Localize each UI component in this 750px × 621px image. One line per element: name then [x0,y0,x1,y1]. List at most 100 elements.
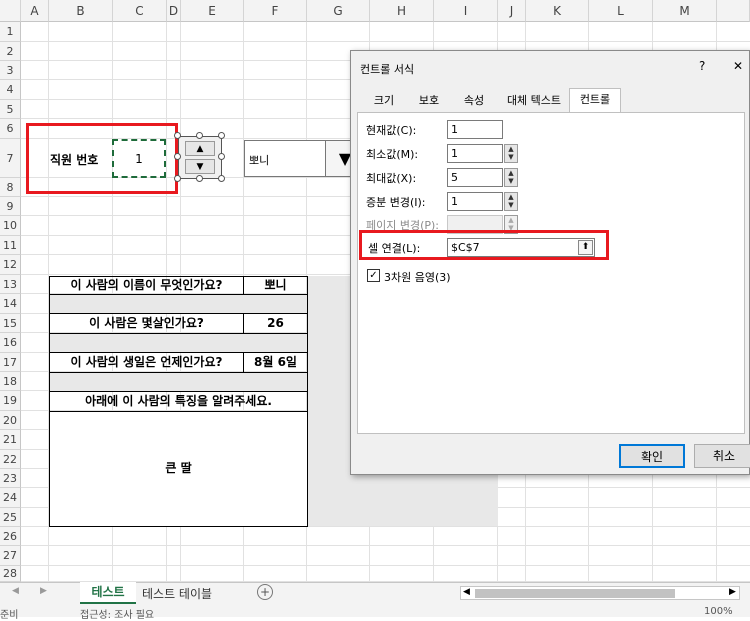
column-header[interactable]: C [113,0,167,22]
row-header[interactable]: 28 [0,566,21,582]
column-header[interactable]: A [21,0,49,22]
horizontal-scrollbar[interactable]: ◀ ▶ [460,586,740,600]
sheet-tab-active[interactable]: 테스트 [80,582,136,604]
accessibility-status[interactable]: 접근성: 조사 필요 [80,606,154,621]
row-header[interactable]: 10 [0,216,21,236]
row-header[interactable]: 2 [0,42,21,61]
question-traits[interactable]: 아래에 이 사람의 특징을 알려주세요. [49,391,308,412]
help-button[interactable]: ? [699,59,705,73]
resize-handle[interactable] [174,132,181,139]
row-header[interactable]: 26 [0,527,21,546]
column-header[interactable]: I [434,0,498,22]
spin-button-control[interactable]: ▲ ▼ [178,136,222,179]
select-all-corner[interactable] [0,0,21,22]
row-header[interactable]: 7 [0,139,21,178]
scroll-left-icon[interactable]: ◀ [463,587,470,597]
row-header[interactable]: 12 [0,255,21,275]
spacer-row [49,294,308,314]
column-header[interactable]: J [498,0,526,22]
status-ready: 준비 [0,610,19,621]
row-header[interactable]: 25 [0,508,21,527]
row-header[interactable]: 4 [0,80,21,100]
shade-checkbox[interactable]: ✓ [367,269,380,282]
cell-link-field[interactable]: $C$7 [447,238,595,257]
combo-dropdown[interactable]: 뽀니 ▼ [244,140,364,177]
tab-alt-text[interactable]: 대체 텍스트 [499,90,569,112]
row-header[interactable]: 18 [0,372,21,391]
column-header [717,0,750,22]
answer-age[interactable]: 26 [243,313,308,334]
row-header[interactable]: 21 [0,430,21,450]
question-birthday[interactable]: 이 사람의 생일은 언제인가요? [49,352,244,373]
resize-handle[interactable] [174,175,181,182]
close-icon[interactable]: ✕ [733,59,743,73]
row-header[interactable]: 19 [0,391,21,411]
current-value-field[interactable]: 1 [447,120,503,139]
question-age[interactable]: 이 사람은 몇살인가요? [49,313,244,334]
spin-down-icon[interactable]: ▼ [185,159,215,174]
row-header[interactable]: 27 [0,546,21,566]
scroll-next-icon[interactable]: ▶ [40,586,47,596]
column-header[interactable]: D [167,0,181,22]
column-header[interactable]: K [526,0,589,22]
row-header[interactable]: 1 [0,22,21,42]
grid-line [21,565,750,566]
ok-button[interactable]: 확인 [619,444,685,468]
collapse-dialog-icon[interactable]: ⬆ [578,240,593,255]
spin-up-icon[interactable]: ▲ [185,141,215,156]
column-header[interactable]: F [244,0,307,22]
resize-handle[interactable] [218,153,225,160]
grid-line [21,545,750,546]
resize-handle[interactable] [196,132,203,139]
row-header[interactable]: 17 [0,353,21,372]
question-name[interactable]: 이 사람의 이름이 무엇인가요? [49,276,244,295]
sheet-tab[interactable]: 테스트 테이블 [142,585,212,602]
increment-field[interactable]: 1 [447,192,503,211]
shade-label: 3차원 음영(3) [384,271,451,284]
row-header[interactable]: 20 [0,411,21,430]
row-header[interactable]: 22 [0,450,21,469]
max-value-field[interactable]: 5 [447,168,503,187]
cancel-button[interactable]: 취소 [694,444,750,468]
column-header[interactable]: B [49,0,113,22]
max-spinner[interactable]: ▲ ▼ [504,168,518,187]
column-header[interactable]: H [370,0,434,22]
add-sheet-button[interactable]: + [257,584,273,600]
row-header[interactable]: 3 [0,61,21,80]
resize-handle[interactable] [218,132,225,139]
row-header[interactable]: 11 [0,236,21,255]
min-spinner[interactable]: ▲ ▼ [504,144,518,163]
answer-traits[interactable]: 큰 딸 [49,411,308,527]
tab-control[interactable]: 컨트롤 [569,88,621,113]
row-header[interactable]: 23 [0,469,21,488]
answer-birthday[interactable]: 8월 6일 [243,352,308,373]
row-header[interactable]: 6 [0,119,21,139]
row-header[interactable]: 14 [0,294,21,314]
tab-protection[interactable]: 보호 [409,90,449,112]
tab-size[interactable]: 크기 [359,90,409,112]
increment-spinner[interactable]: ▲ ▼ [504,192,518,211]
row-header[interactable]: 8 [0,178,21,197]
scroll-thumb[interactable] [475,589,675,598]
scroll-right-icon[interactable]: ▶ [729,587,736,597]
column-header[interactable]: E [181,0,244,22]
increment-label: 증분 변경(I): [366,196,426,209]
answer-name[interactable]: 뽀니 [243,276,308,295]
row-header[interactable]: 5 [0,100,21,119]
row-header[interactable]: 24 [0,488,21,508]
column-header[interactable]: G [307,0,370,22]
column-header[interactable]: M [653,0,717,22]
column-header[interactable]: L [589,0,653,22]
row-header[interactable]: 13 [0,275,21,294]
zoom-level[interactable]: 100% [704,606,733,617]
scroll-prev-icon[interactable]: ◀ [12,586,19,596]
row-header[interactable]: 9 [0,197,21,216]
row-header[interactable]: 16 [0,333,21,353]
tab-properties[interactable]: 속성 [449,90,499,112]
resize-handle[interactable] [218,175,225,182]
employee-number-cell[interactable]: 1 [112,139,166,178]
resize-handle[interactable] [174,153,181,160]
row-header[interactable]: 15 [0,314,21,333]
resize-handle[interactable] [196,175,203,182]
min-value-field[interactable]: 1 [447,144,503,163]
